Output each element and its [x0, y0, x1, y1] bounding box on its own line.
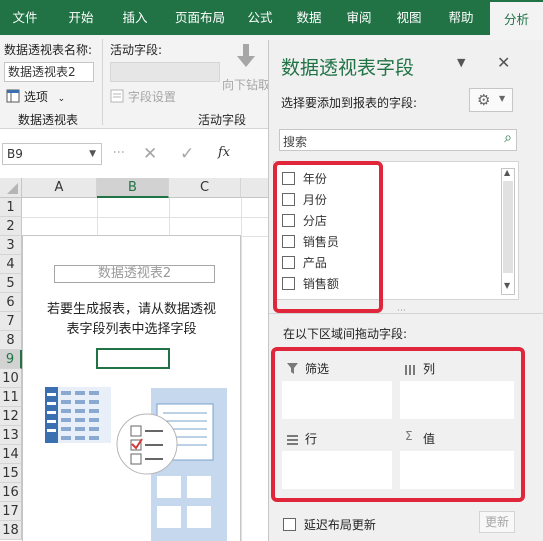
column-header[interactable] — [241, 178, 270, 198]
row-header[interactable]: 18 — [0, 521, 22, 540]
tab-help[interactable]: 帮助 — [438, 0, 484, 35]
gridline — [22, 217, 270, 218]
pane-divider-grip-icon[interactable]: ⋯ — [397, 306, 406, 316]
highlight-field-list — [273, 161, 383, 313]
row-header[interactable]: 14 — [0, 445, 22, 464]
defer-label: 延迟布局更新 — [303, 518, 376, 532]
tab-view[interactable]: 视图 — [386, 0, 432, 35]
row-header[interactable]: 13 — [0, 426, 22, 445]
placeholder-title: 数据透视表2 — [54, 265, 215, 283]
options-label: 选项 — [23, 90, 48, 104]
highlight-areas — [271, 347, 525, 502]
row-header[interactable]: 12 — [0, 407, 22, 426]
chevron-down-icon[interactable]: ▼ — [89, 144, 96, 164]
drag-fields-label: 在以下区域间拖动字段: — [283, 327, 408, 341]
tab-file[interactable]: 文件 — [0, 0, 50, 35]
field-settings-button[interactable]: 字段设置 — [110, 88, 176, 106]
defer-checkbox-box[interactable] — [283, 518, 296, 531]
tab-home[interactable]: 开始 — [52, 0, 110, 35]
table-illustration-icon — [45, 387, 111, 446]
row-header[interactable]: 5 — [0, 274, 22, 293]
field-search-input[interactable]: 搜索 ⌕ — [279, 129, 517, 151]
select-all-corner[interactable] — [0, 178, 22, 198]
group-active-field-label: 活动字段 — [198, 113, 247, 127]
insert-function-icon[interactable]: fx — [218, 145, 230, 160]
options-icon — [6, 89, 20, 106]
search-placeholder: 搜索 — [283, 135, 308, 149]
options-button[interactable]: 选项 ⌄ — [6, 88, 65, 106]
tab-review[interactable]: 审阅 — [336, 0, 382, 35]
active-field-input[interactable] — [110, 62, 220, 82]
drill-down-icon[interactable] — [234, 43, 258, 74]
row-header[interactable]: 2 — [0, 217, 22, 236]
name-box[interactable]: B9 ▼ — [2, 143, 102, 165]
row-header[interactable]: 16 — [0, 483, 22, 502]
field-list-illustration-icon — [115, 388, 227, 541]
selected-cell[interactable] — [96, 348, 170, 369]
settings-gear-button[interactable]: ⚙ ▼ — [469, 88, 513, 112]
row-header[interactable]: 15 — [0, 464, 22, 483]
chevron-down-icon: ▼ — [499, 94, 506, 103]
group-separator — [102, 39, 103, 125]
pivot-name-label: 数据透视表名称: — [4, 43, 93, 57]
defer-update-checkbox[interactable]: 延迟布局更新 — [283, 516, 376, 533]
placeholder-message-line1: 若要生成报表，请从数据透视 — [46, 302, 216, 317]
row-header[interactable]: 17 — [0, 502, 22, 521]
close-icon[interactable]: ✕ — [497, 53, 510, 72]
field-settings-icon — [110, 89, 124, 106]
tab-insert[interactable]: 插入 — [110, 0, 160, 35]
tab-data[interactable]: 数据 — [286, 0, 332, 35]
gridline — [241, 198, 242, 541]
pane-options-icon[interactable]: ▼ — [457, 56, 465, 69]
choose-fields-label: 选择要添加到报表的字段: — [281, 96, 418, 110]
cancel-icon[interactable]: ✕ — [143, 144, 157, 164]
search-icon[interactable]: ⌕ — [504, 130, 512, 146]
column-header[interactable]: B — [97, 178, 169, 198]
field-settings-label: 字段设置 — [127, 90, 176, 104]
row-header[interactable]: 11 — [0, 388, 22, 407]
row-header[interactable]: 3 — [0, 236, 22, 255]
row-header[interactable]: 10 — [0, 369, 22, 388]
formula-bar: B9 ▼ ⋮ ✕ ✓ fx — [0, 140, 270, 168]
row-header[interactable]: 9 — [0, 350, 22, 369]
row-header[interactable]: 7 — [0, 312, 22, 331]
row-header[interactable]: 1 — [0, 198, 22, 217]
tab-page-layout[interactable]: 页面布局 — [160, 0, 240, 35]
ribbon-tab-bar: 文件 开始 插入 页面布局 公式 数据 审阅 视图 帮助 分析 — [0, 0, 543, 35]
confirm-icon[interactable]: ✓ — [180, 144, 194, 164]
row-header[interactable]: 8 — [0, 331, 22, 350]
column-header[interactable]: A — [22, 178, 97, 198]
pivot-table-placeholder[interactable]: 数据透视表2 若要生成报表，请从数据透视 表字段列表中选择字段 — [22, 235, 241, 541]
field-list-scrollbar[interactable]: ▲ ▼ — [501, 168, 515, 295]
group-pivot-label: 数据透视表 — [18, 113, 79, 127]
more-icon: ⋮ — [112, 146, 126, 158]
pivot-name-input[interactable]: 数据透视表2 — [4, 62, 94, 82]
pane-divider — [269, 313, 543, 314]
chevron-down-icon: ⌄ — [57, 94, 66, 104]
tab-formulas[interactable]: 公式 — [240, 0, 280, 35]
tab-analyze[interactable]: 分析 — [490, 0, 543, 35]
pane-title: 数据透视表字段 — [281, 57, 415, 79]
placeholder-message-line2: 表字段列表中选择字段 — [66, 322, 197, 337]
drill-down-label: 向下钻取 — [222, 78, 271, 92]
scroll-up-icon[interactable]: ▲ — [504, 168, 510, 177]
cell-ref-value: B9 — [7, 147, 23, 161]
row-header[interactable]: 4 — [0, 255, 22, 274]
scroll-down-icon[interactable]: ▼ — [504, 281, 510, 290]
gear-icon: ⚙ — [477, 91, 491, 109]
column-header[interactable]: C — [169, 178, 241, 198]
row-header[interactable]: 6 — [0, 293, 22, 312]
active-field-label: 活动字段: — [110, 43, 163, 57]
scrollbar-thumb[interactable] — [503, 181, 513, 273]
update-button[interactable]: 更新 — [479, 511, 515, 533]
